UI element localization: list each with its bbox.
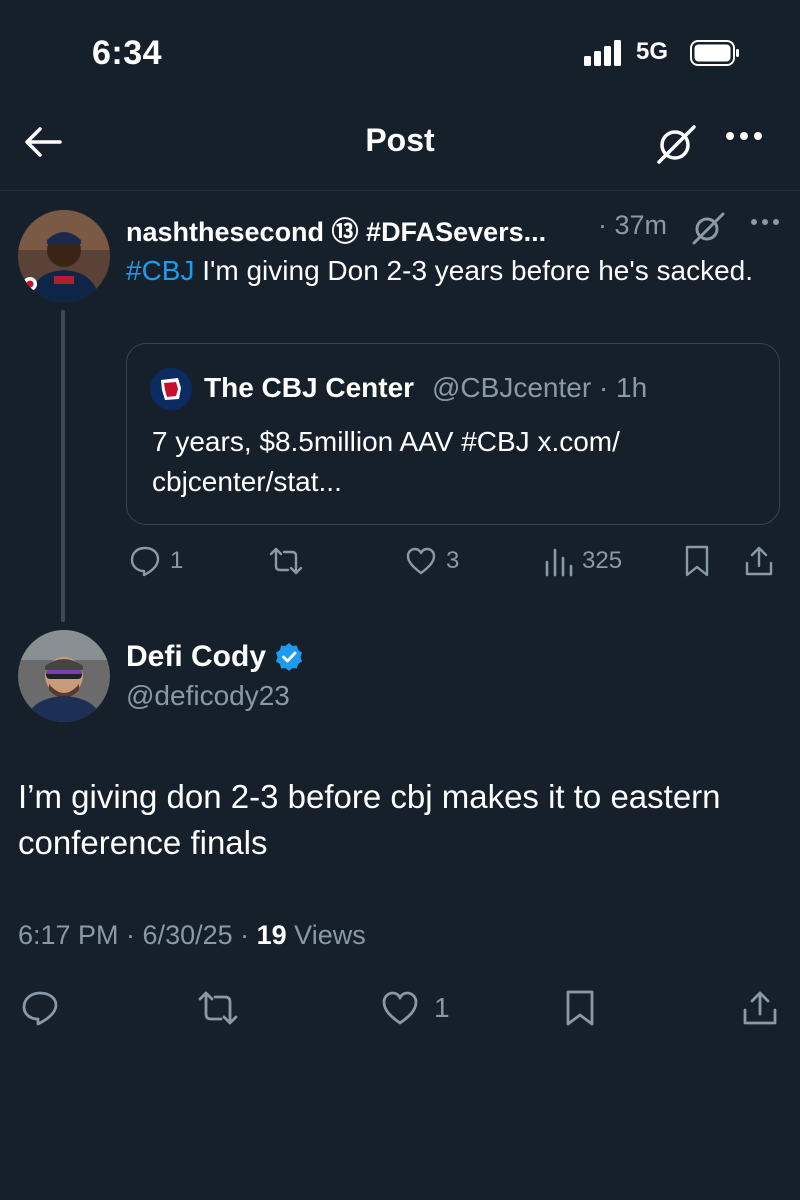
heart-icon xyxy=(406,547,436,575)
main-display-name-row[interactable]: Defi Cody xyxy=(126,640,304,674)
reply-time: · 37m xyxy=(598,210,668,240)
main-handle[interactable]: @deficody23 xyxy=(126,680,290,712)
avatar[interactable] xyxy=(18,210,110,302)
post-metadata: 6:17 PM · 6/30/25 · 19 Views xyxy=(18,920,366,951)
views-count: 325 xyxy=(582,547,623,574)
more-options-icon[interactable] xyxy=(748,212,782,242)
like-count: 3 xyxy=(446,547,460,574)
reply-display-name[interactable]: nashthesecond ⑬ #DFASevers... xyxy=(126,210,546,249)
main-display-name[interactable]: Defi Cody xyxy=(126,640,266,674)
quote-display-name: The CBJ Center xyxy=(204,372,415,403)
bookmark-button[interactable] xyxy=(682,544,712,578)
reply-text: #CBJ I'm giving Don 2-3 years before he'… xyxy=(126,251,766,291)
share-icon xyxy=(745,546,773,576)
quote-avatar xyxy=(150,368,192,410)
quote-handle: @CBJcenter · 1h xyxy=(432,372,648,403)
reply-button[interactable]: 1 xyxy=(128,544,183,578)
signal-icon xyxy=(584,40,621,66)
comment-icon xyxy=(22,991,58,1026)
header-divider xyxy=(0,190,800,191)
verified-badge-icon xyxy=(276,643,303,671)
grok-icon[interactable] xyxy=(654,122,698,166)
like-count: 1 xyxy=(434,992,450,1023)
status-time: 6:34 xyxy=(92,34,163,72)
main-post-text: I’m giving don 2-3 before cbj makes it t… xyxy=(18,778,721,861)
bookmark-button[interactable] xyxy=(562,988,598,1028)
more-options-icon[interactable] xyxy=(722,126,766,162)
hashtag-link[interactable]: #CBJ xyxy=(126,255,194,286)
share-button[interactable] xyxy=(740,988,780,1028)
share-icon xyxy=(743,991,777,1025)
views-button[interactable]: 325 xyxy=(544,544,622,578)
avatar[interactable] xyxy=(18,630,110,722)
quote-text: 7 years, $8.5million AAV #CBJ x.com/ cbj… xyxy=(152,426,620,497)
heart-icon xyxy=(382,991,418,1025)
analytics-icon xyxy=(545,548,573,577)
reply-text-body: I'm giving Don 2-3 years before he's sac… xyxy=(194,255,753,286)
like-button[interactable]: 1 xyxy=(380,988,450,1028)
bookmark-icon xyxy=(566,990,594,1026)
grok-icon[interactable] xyxy=(690,210,726,246)
reply-button[interactable] xyxy=(20,988,60,1028)
like-button[interactable]: 3 xyxy=(404,544,459,578)
post-views-count: 19 xyxy=(256,920,287,950)
reply-count: 1 xyxy=(170,547,184,574)
share-button[interactable] xyxy=(742,544,776,578)
post-timestamp: 6:17 PM · 6/30/25 · xyxy=(18,920,257,950)
comment-icon xyxy=(130,546,160,577)
repost-icon xyxy=(198,991,238,1025)
battery-icon xyxy=(690,40,739,66)
thread-line xyxy=(61,310,65,622)
repost-button[interactable] xyxy=(196,988,240,1028)
post-views-label: Views xyxy=(286,920,366,950)
repost-icon xyxy=(269,547,303,575)
network-label: 5G xyxy=(636,38,669,65)
bookmark-icon xyxy=(685,545,709,577)
repost-button[interactable] xyxy=(268,544,312,578)
